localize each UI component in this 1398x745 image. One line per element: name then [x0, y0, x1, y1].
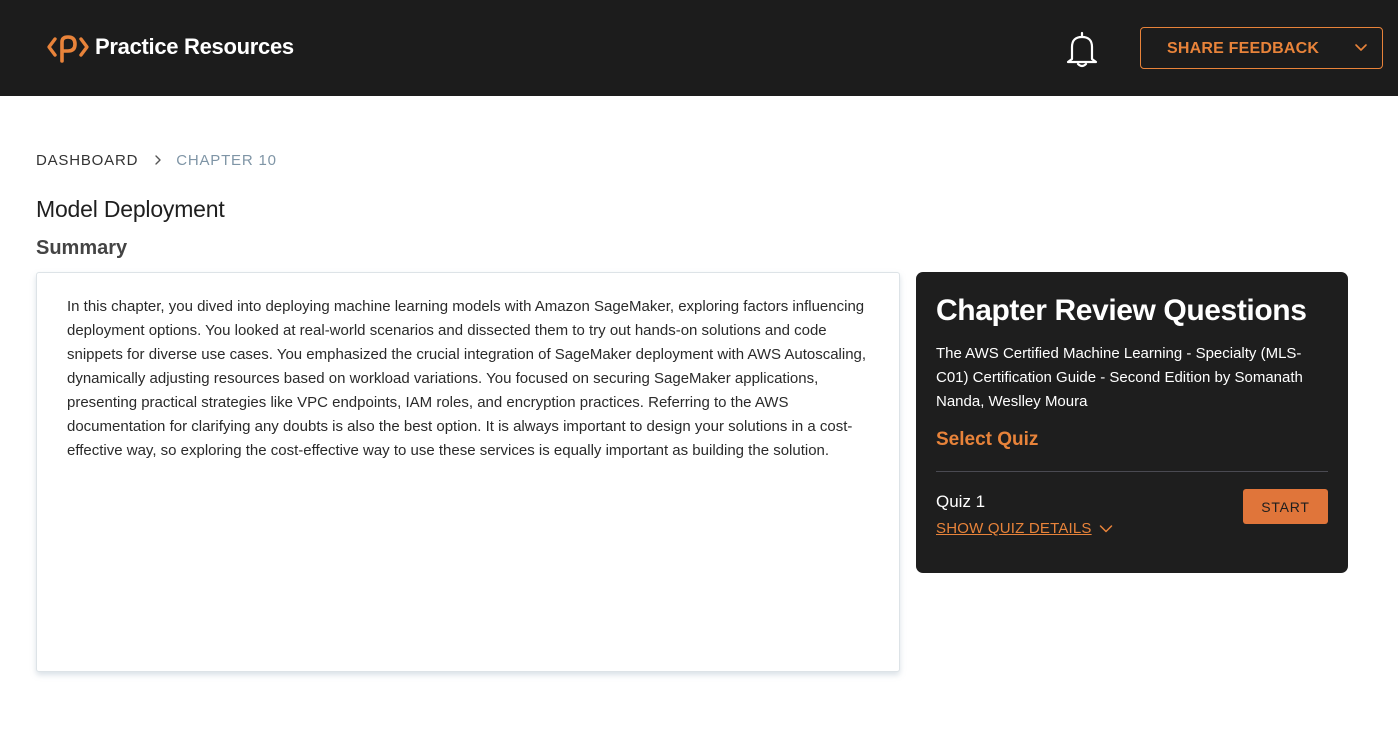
summary-text: In this chapter, you dived into deployin… [67, 298, 867, 459]
share-feedback-button[interactable]: SHARE FEEDBACK [1140, 27, 1383, 69]
breadcrumb: DASHBOARD CHAPTER 10 [36, 150, 277, 170]
summary-card: In this chapter, you dived into deployin… [36, 272, 900, 672]
divider [936, 471, 1328, 472]
packt-logo-icon [47, 35, 89, 63]
chevron-down-icon [1099, 524, 1112, 532]
chevron-down-icon [1355, 44, 1367, 51]
page-title: Model Deployment [36, 196, 225, 222]
select-quiz-heading: Select Quiz [936, 429, 1039, 450]
chapter-review-panel: Chapter Review Questions The AWS Certifi… [916, 272, 1348, 573]
start-quiz-label: START [1261, 499, 1310, 515]
share-feedback-label: SHARE FEEDBACK [1167, 40, 1320, 57]
review-title: Chapter Review Questions [936, 294, 1307, 327]
bell-icon[interactable] [1064, 30, 1100, 68]
brand-name: Practice Resources [95, 34, 294, 59]
book-title: The AWS Certified Machine Learning - Spe… [936, 345, 1303, 410]
top-navigation-bar: Practice Resources SHARE FEEDBACK [0, 0, 1398, 96]
breadcrumb-current: CHAPTER 10 [176, 151, 277, 169]
brand-logo-link[interactable]: Practice Resources [46, 30, 294, 64]
breadcrumb-dashboard-link[interactable]: DASHBOARD [36, 152, 138, 169]
chevron-right-icon [155, 155, 161, 165]
show-quiz-details-label: SHOW QUIZ DETAILS [936, 520, 1092, 537]
show-quiz-details-link[interactable]: SHOW QUIZ DETAILS [936, 520, 1113, 537]
section-title: Summary [36, 237, 128, 259]
quiz-name: Quiz 1 [936, 492, 986, 511]
start-quiz-button[interactable]: START [1243, 489, 1328, 524]
